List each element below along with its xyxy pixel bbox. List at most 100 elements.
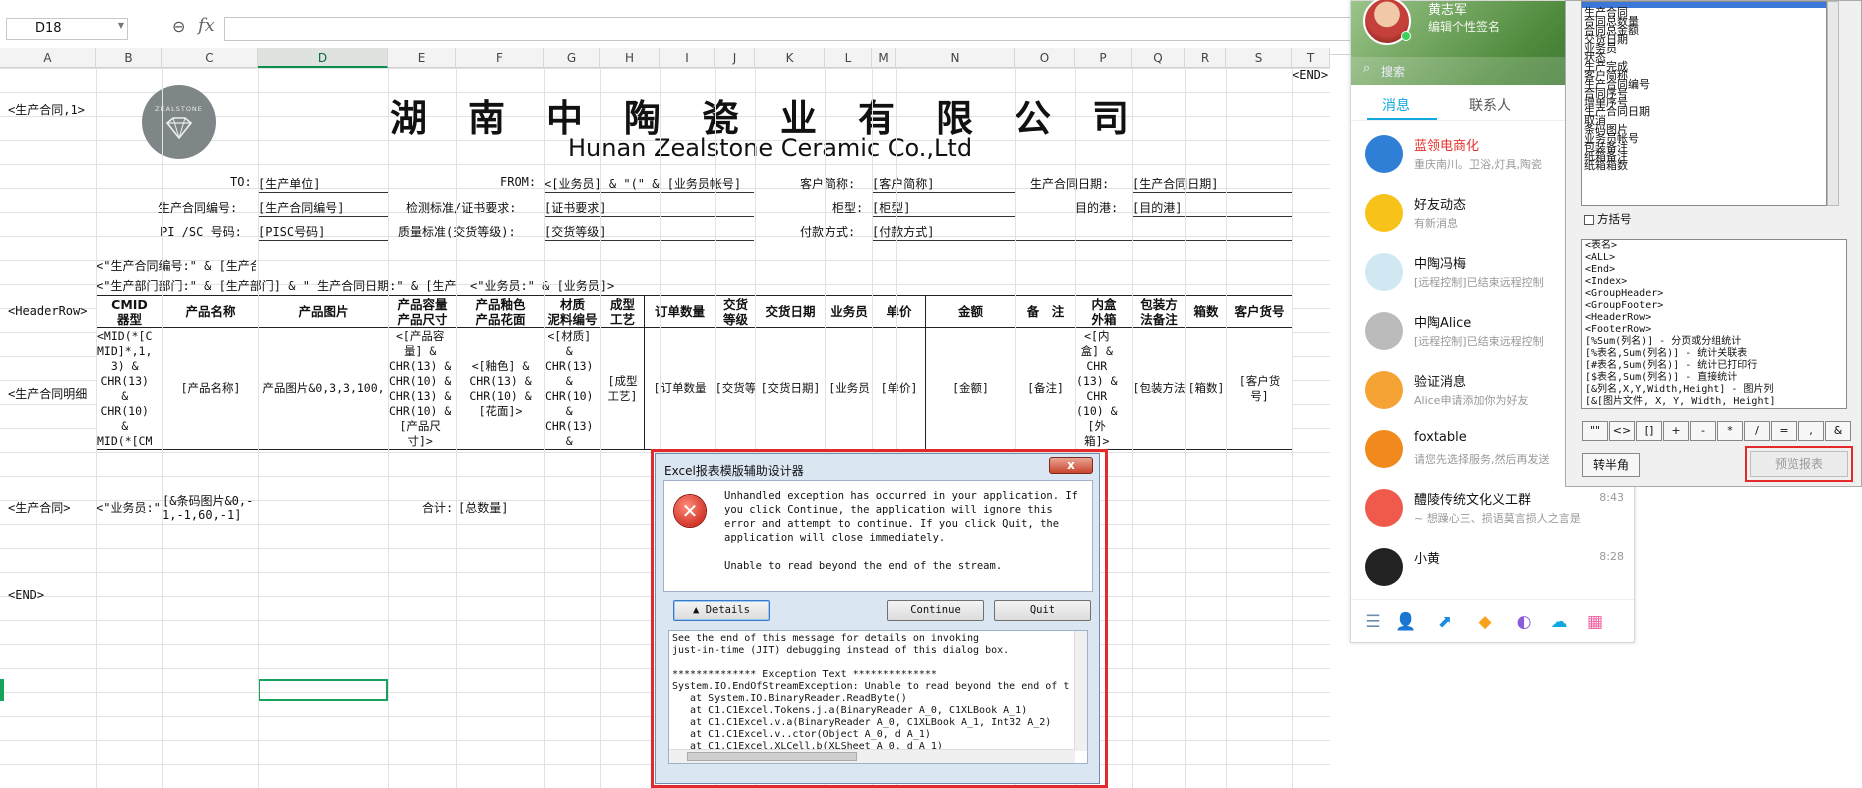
template-item[interactable]: <End> bbox=[1582, 264, 1846, 276]
name-box[interactable]: D18 ▼ bbox=[6, 18, 128, 40]
tab-contacts[interactable]: 联系人 bbox=[1469, 95, 1511, 115]
grid-line bbox=[600, 68, 601, 788]
detail-row-tag: <生产合同明细 bbox=[8, 387, 88, 401]
template-item[interactable]: <ALL> bbox=[1582, 252, 1846, 264]
weiyun-icon[interactable]: ☁ bbox=[1549, 612, 1569, 632]
brackets-checkbox[interactable]: 方括号 bbox=[1584, 211, 1632, 227]
column-header-q[interactable]: Q bbox=[1132, 48, 1185, 68]
column-header-o[interactable]: O bbox=[1015, 48, 1075, 68]
field-item[interactable]: 交货日期 bbox=[1582, 34, 1826, 45]
close-icon[interactable]: x bbox=[1049, 457, 1093, 474]
symbol-button[interactable]: [] bbox=[1636, 421, 1662, 441]
symbol-button[interactable]: - bbox=[1690, 421, 1716, 441]
field-item[interactable]: 生产合同日期 bbox=[1582, 106, 1826, 117]
grid-line bbox=[388, 68, 389, 788]
field-list[interactable]: 生产合同 合同总数量 合同总金额 交货日期 业务员 状态 生产完成 客户简称 生产合同编号 合同序… bbox=[1581, 1, 1827, 206]
column-header-m[interactable]: M bbox=[872, 48, 896, 68]
table-header-cell: CMID 器型 bbox=[96, 295, 163, 328]
template-item[interactable]: <GroupFooter> bbox=[1582, 300, 1846, 312]
payment-label: 付款方式: bbox=[800, 225, 856, 239]
column-header-a[interactable]: A bbox=[0, 48, 96, 68]
column-header-h[interactable]: H bbox=[600, 48, 660, 68]
app-icon[interactable]: ◆ bbox=[1475, 612, 1495, 632]
template-item[interactable]: <FooterRow> bbox=[1582, 324, 1846, 336]
column-header-g[interactable]: G bbox=[544, 48, 600, 68]
formula-input[interactable] bbox=[224, 17, 1354, 41]
column-header-l[interactable]: L bbox=[825, 48, 872, 68]
template-item[interactable]: [%Sum(列名)] - 分页或分组统计 bbox=[1582, 336, 1846, 348]
list-item[interactable]: 小黄 8:28 bbox=[1351, 538, 1634, 598]
template-item[interactable]: <Index> bbox=[1582, 276, 1846, 288]
exception-log[interactable]: See the end of this message for details … bbox=[668, 630, 1088, 764]
column-header-f[interactable]: F bbox=[456, 48, 544, 68]
template-item[interactable]: [$表名,Sum(列名)] - 直接统计 bbox=[1582, 372, 1846, 384]
list-item[interactable]: 醴陵传统文化义工群 ~ 想躁心三、损语莫言损人之言是 8:43 bbox=[1351, 479, 1634, 539]
symbol-button[interactable]: "" bbox=[1582, 421, 1608, 441]
field-item[interactable]: 纸箱箱数 bbox=[1582, 160, 1826, 171]
preview-report-button[interactable]: 预览报表 bbox=[1750, 451, 1848, 477]
symbol-button[interactable]: + bbox=[1663, 421, 1689, 441]
column-header-c[interactable]: C bbox=[162, 48, 258, 68]
tab-messages[interactable]: 消息 bbox=[1382, 95, 1410, 115]
column-header-b[interactable]: B bbox=[96, 48, 162, 68]
template-item[interactable]: <HeaderRow> bbox=[1582, 312, 1846, 324]
formula-salesman: <"业务员:" & [业务员]> bbox=[470, 279, 615, 293]
template-item[interactable]: [&列名,X,Y,Width,Height] - 图片列 bbox=[1582, 384, 1846, 396]
column-header-i[interactable]: I bbox=[660, 48, 715, 68]
table-detail-cell: [金额] bbox=[925, 327, 1016, 450]
share-icon[interactable]: ⬈ bbox=[1435, 612, 1455, 632]
continue-button[interactable]: Continue bbox=[887, 600, 984, 621]
signature[interactable]: 编辑个性签名 bbox=[1428, 18, 1500, 35]
column-header-j[interactable]: J bbox=[715, 48, 755, 68]
symbol-button[interactable]: * bbox=[1717, 421, 1743, 441]
avatar bbox=[1365, 430, 1403, 468]
log-vertical-scrollbar[interactable] bbox=[1074, 631, 1087, 751]
checkbox-icon[interactable] bbox=[1584, 214, 1594, 225]
contract-salesman: <"业务员:" bbox=[96, 501, 161, 515]
template-item[interactable]: [&[图片文件, X, Y, Width, Height] bbox=[1582, 396, 1846, 408]
message-time: 8:28 bbox=[1599, 550, 1624, 563]
convert-halfwidth-button[interactable]: 转半角 bbox=[1582, 453, 1640, 477]
symbol-button[interactable]: <> bbox=[1609, 421, 1635, 441]
template-item[interactable]: <GroupHeader> bbox=[1582, 288, 1846, 300]
table-header-cell: 箱数 bbox=[1185, 295, 1227, 328]
end-tag-top: <END> bbox=[1292, 68, 1329, 82]
log-horizontal-scrollbar[interactable] bbox=[669, 749, 1075, 763]
table-detail-cell: [成型 工艺] bbox=[600, 327, 645, 450]
customer-value: [客户简称] bbox=[872, 175, 1015, 193]
symbol-button[interactable]: = bbox=[1771, 421, 1797, 441]
table-header-cell: 产品容量 产品尺寸 bbox=[388, 295, 457, 328]
add-friend-icon[interactable]: 👤 bbox=[1395, 612, 1416, 632]
contact-name: 验证消息 bbox=[1414, 375, 1467, 390]
zoom-icon[interactable]: ⊖ bbox=[172, 17, 185, 36]
row-selection-marker bbox=[0, 679, 4, 701]
column-header-r[interactable]: R bbox=[1185, 48, 1226, 68]
column-header-d[interactable]: D bbox=[258, 48, 388, 68]
column-header-e[interactable]: E bbox=[388, 48, 456, 68]
game-icon[interactable]: ◐ bbox=[1514, 612, 1534, 632]
template-item[interactable]: [#表名,Sum(列名)] - 统计已打印行 bbox=[1582, 360, 1846, 372]
field-list-scrollbar[interactable] bbox=[1827, 1, 1839, 206]
column-header-t[interactable]: T bbox=[1292, 48, 1330, 68]
avatar bbox=[1365, 489, 1403, 527]
selected-cell[interactable] bbox=[258, 679, 388, 701]
contact-name: 小黄 bbox=[1414, 552, 1441, 567]
symbol-button[interactable]: & bbox=[1825, 421, 1851, 441]
details-button[interactable]: ▲ Details bbox=[673, 600, 770, 621]
scroll-thumb[interactable] bbox=[687, 752, 857, 761]
fx-icon[interactable]: fx bbox=[198, 15, 215, 36]
template-item[interactable]: <表名> bbox=[1582, 240, 1846, 252]
avatar bbox=[1365, 253, 1403, 291]
menu-icon[interactable]: ☰ bbox=[1363, 612, 1383, 632]
symbol-button[interactable]: , bbox=[1798, 421, 1824, 441]
apps-grid-icon[interactable]: ▦ bbox=[1585, 612, 1605, 632]
column-header-k[interactable]: K bbox=[755, 48, 825, 68]
chevron-down-icon[interactable]: ▼ bbox=[118, 21, 124, 30]
column-header-n[interactable]: N bbox=[896, 48, 1015, 68]
column-header-s[interactable]: S bbox=[1226, 48, 1292, 68]
column-header-p[interactable]: P bbox=[1075, 48, 1132, 68]
template-item[interactable]: [%表名,Sum(列名)] - 统计关联表 bbox=[1582, 348, 1846, 360]
quit-button[interactable]: Quit bbox=[994, 600, 1091, 621]
symbol-button[interactable]: / bbox=[1744, 421, 1770, 441]
template-list[interactable]: <表名> <ALL> <End> <Index> <GroupHeader> <Group… bbox=[1581, 239, 1847, 409]
